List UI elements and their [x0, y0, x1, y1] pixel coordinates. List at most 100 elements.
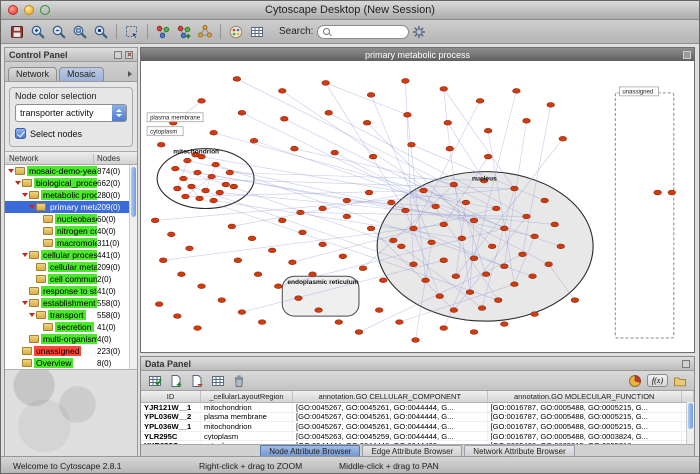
table-row[interactable]: YJR121W__1mitochondrion[GO:0045267, GO:0…: [141, 403, 694, 413]
network-node[interactable]: [529, 274, 537, 279]
network-node[interactable]: [440, 87, 448, 92]
attribute-matrix-icon[interactable]: [208, 371, 228, 390]
network-node[interactable]: [280, 116, 288, 121]
table-cell[interactable]: YKR052C: [141, 441, 201, 444]
float-panel-icon[interactable]: [114, 51, 122, 59]
network-node[interactable]: [440, 222, 448, 227]
column-header[interactable]: _cellularLayoutRegion: [201, 391, 293, 402]
network-node[interactable]: [258, 320, 266, 325]
network-node[interactable]: [500, 322, 508, 327]
network-node[interactable]: [484, 154, 492, 159]
tree-row[interactable]: macromolecule...311(0): [5, 237, 137, 249]
table-cell[interactable]: YLR295C: [141, 432, 201, 441]
network-node[interactable]: [450, 182, 458, 187]
network-node[interactable]: [444, 120, 452, 125]
zoom-fit-icon[interactable]: [91, 22, 111, 41]
network-node[interactable]: [254, 272, 262, 277]
table-cell[interactable]: [GO:0016787, GO:0005488, GO:0005215, G..…: [488, 422, 683, 431]
tab-mosaic[interactable]: Mosaic: [59, 67, 104, 81]
network-node[interactable]: [458, 236, 466, 241]
table-cell[interactable]: [GO:0044444, GO:0044446, GO:0044429, ...: [293, 441, 488, 444]
network-node[interactable]: [331, 150, 339, 155]
network-canvas[interactable]: plasma membranecytoplasmunassignedmitoch…: [141, 61, 694, 352]
table-cell[interactable]: [GO:0045267, GO:0045261, GO:0044444, G..…: [293, 403, 488, 412]
network-node[interactable]: [319, 242, 327, 247]
network-node[interactable]: [492, 206, 500, 211]
function-builder-button[interactable]: f(x): [647, 374, 668, 387]
table-cell[interactable]: mitochondrion: [201, 403, 293, 412]
network-node[interactable]: [452, 274, 460, 279]
network-node[interactable]: [379, 278, 387, 283]
network-node[interactable]: [559, 136, 567, 141]
new-network-from-selection-icon[interactable]: [174, 22, 194, 41]
expand-arrow-icon[interactable]: [14, 177, 22, 189]
table-cell[interactable]: cytoplasm: [201, 441, 293, 444]
search-options-icon[interactable]: [409, 22, 429, 41]
network-node[interactable]: [389, 238, 397, 243]
expand-arrow-icon[interactable]: [21, 249, 29, 261]
table-cell[interactable]: [GO:0016787, GO:0005488, GO:0003824, G..…: [488, 432, 683, 441]
select-nodes-checkbox[interactable]: [15, 128, 26, 139]
network-node[interactable]: [545, 262, 553, 267]
zoom-selected-region-icon[interactable]: [70, 22, 90, 41]
tree-scrollbar[interactable]: [129, 165, 137, 369]
tree-row[interactable]: establishment of l...558(0): [5, 297, 137, 309]
network-node[interactable]: [436, 294, 444, 299]
tree-row[interactable]: multi-organism pr...4(0): [5, 333, 137, 345]
network-node[interactable]: [484, 128, 492, 133]
network-node[interactable]: [202, 188, 210, 193]
network-node[interactable]: [278, 218, 286, 223]
tree-row[interactable]: response to stimu...41(0): [5, 285, 137, 297]
tree-row[interactable]: cell communicat...2(0): [5, 273, 137, 285]
network-node[interactable]: [289, 260, 297, 265]
network-node[interactable]: [188, 184, 196, 189]
table-header[interactable]: ID_cellularLayoutRegionannotation.GO CEL…: [141, 391, 694, 403]
network-node[interactable]: [531, 234, 539, 239]
network-node[interactable]: [478, 306, 486, 311]
table-cell[interactable]: cytoplasm: [201, 432, 293, 441]
network-node[interactable]: [398, 244, 406, 249]
table-scrollbar-thumb[interactable]: [688, 403, 693, 429]
create-attribute-icon[interactable]: [166, 371, 186, 390]
network-node[interactable]: [410, 226, 418, 231]
network-node[interactable]: [234, 258, 242, 263]
network-node[interactable]: [339, 254, 347, 259]
network-node[interactable]: [359, 266, 367, 271]
first-neighbors-icon[interactable]: [153, 22, 173, 41]
expand-arrow-icon[interactable]: [28, 201, 36, 213]
network-node[interactable]: [297, 210, 305, 215]
tree-row[interactable]: nitrogen compo...40(0): [5, 225, 137, 237]
network-node[interactable]: [396, 320, 404, 325]
network-node[interactable]: [547, 102, 555, 107]
network-node[interactable]: [250, 138, 258, 143]
network-node[interactable]: [184, 158, 192, 163]
column-header[interactable]: annotation.GO MOLECULAR_FUNCTION: [488, 391, 683, 402]
network-node[interactable]: [315, 308, 323, 313]
network-node[interactable]: [519, 252, 527, 257]
network-node[interactable]: [268, 248, 276, 253]
network-node[interactable]: [230, 184, 238, 189]
table-cell[interactable]: mitochondrion: [201, 422, 293, 431]
network-node[interactable]: [488, 244, 496, 249]
column-selector-icon[interactable]: [682, 391, 694, 402]
tree-row[interactable]: primary metabo...209(0): [5, 201, 137, 213]
network-node[interactable]: [408, 142, 416, 147]
tree-row[interactable]: unassigned223(0): [5, 345, 137, 357]
plugin-manager-icon[interactable]: [247, 22, 267, 41]
table-row[interactable]: YLR295Ccytoplasm[GO:0045263, GO:0045259,…: [141, 432, 694, 442]
network-node[interactable]: [157, 142, 165, 147]
search-text-field[interactable]: [333, 27, 403, 37]
network-node[interactable]: [171, 166, 179, 171]
network-node[interactable]: [210, 130, 218, 135]
network-node[interactable]: [494, 298, 502, 303]
save-session-icon[interactable]: [7, 22, 27, 41]
network-node[interactable]: [210, 198, 218, 203]
tree-row[interactable]: transport558(0): [5, 309, 137, 321]
float-data-panel-icon[interactable]: [682, 360, 690, 368]
network-node[interactable]: [432, 204, 440, 209]
network-node[interactable]: [571, 298, 579, 303]
network-node[interactable]: [523, 214, 531, 219]
tree-column-nodes[interactable]: Nodes: [94, 154, 137, 163]
network-node[interactable]: [428, 240, 436, 245]
network-node[interactable]: [198, 284, 206, 289]
